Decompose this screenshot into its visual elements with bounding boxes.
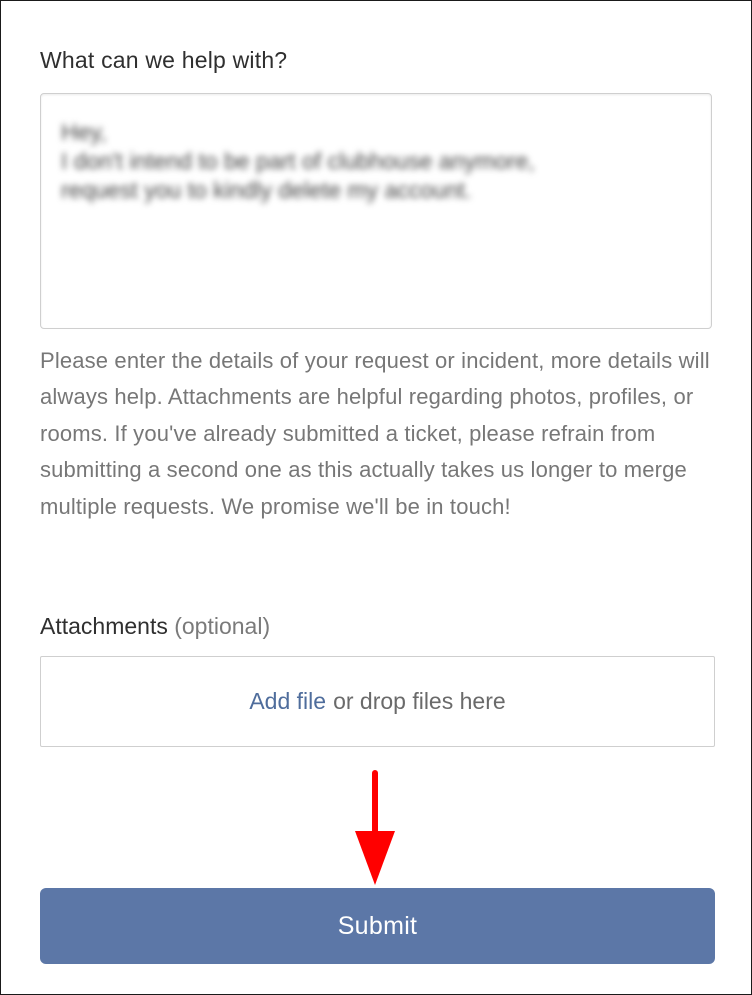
help-text: Please enter the details of your request… [40,348,710,519]
description-label: What can we help with? [40,47,288,73]
add-file-link[interactable]: Add file [249,688,326,715]
attachments-label-text: Attachments [40,613,168,639]
file-dropzone[interactable]: Add file or drop files here [40,656,715,747]
description-textarea[interactable]: Hey, I don't intend to be part of clubho… [40,93,712,329]
submit-button[interactable]: Submit [40,888,715,964]
attachments-optional-text: (optional) [174,613,271,639]
support-form: What can we help with? Hey, I don't inte… [0,0,752,995]
red-down-arrow-icon [355,770,395,885]
drop-files-text: or drop files here [333,688,506,714]
attachments-label: Attachments (optional) [40,613,270,640]
description-text: Hey, I don't intend to be part of clubho… [61,119,535,203]
